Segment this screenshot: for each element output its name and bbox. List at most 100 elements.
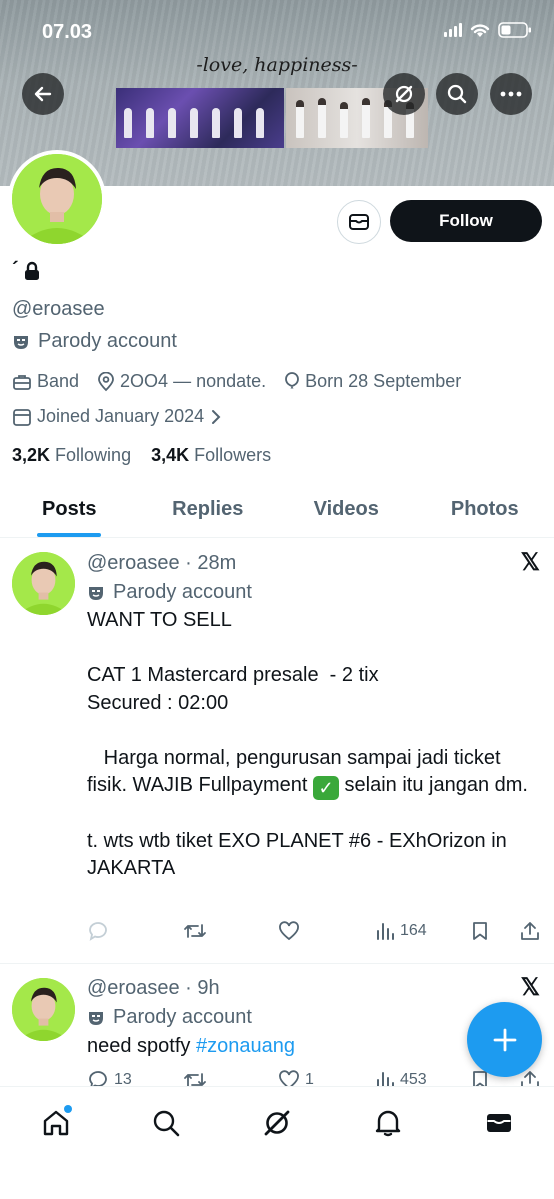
views-count: 164 (400, 922, 427, 939)
bell-icon (375, 1110, 401, 1137)
post-parody-label: Parody account (113, 1006, 252, 1028)
following-link[interactable]: 3,2K Following (12, 445, 131, 466)
nav-messages[interactable] (481, 1105, 517, 1141)
profile-handle: @eroasee (12, 298, 105, 320)
post-actions: 13 1 453 (87, 1070, 542, 1086)
repost-icon (184, 924, 206, 938)
like-button[interactable]: 1 (278, 1070, 314, 1086)
post-actions: 164 (87, 921, 542, 945)
category-item: Band (12, 371, 79, 392)
profile-name: ´ (12, 259, 19, 281)
post-text-line: WANT TO SELL (87, 609, 232, 631)
profile-tabs: Posts Replies Videos Photos (0, 482, 554, 538)
tab-photos[interactable]: Photos (416, 482, 554, 537)
tab-replies[interactable]: Replies (139, 482, 278, 537)
post-header: @eroasee · 9h (87, 977, 220, 999)
balloon-icon (285, 371, 300, 388)
briefcase-icon (13, 374, 31, 390)
lock-icon (24, 261, 39, 280)
post-parody-row: Parody account (87, 1006, 252, 1029)
post-text-line: Secured : 02:00 (87, 691, 229, 714)
post-avatar[interactable] (12, 552, 75, 615)
like-count: 1 (305, 1071, 314, 1086)
reply-icon (89, 1071, 107, 1086)
tab-videos[interactable]: Videos (277, 482, 416, 537)
post-text-line: selain itu jangan dm. (338, 774, 528, 796)
search-icon (153, 1110, 180, 1137)
reply-icon (89, 922, 107, 941)
views-button[interactable]: 453 (375, 1070, 427, 1086)
nav-notifications[interactable] (370, 1105, 406, 1141)
post-parody-label: Parody account (113, 581, 252, 603)
tab-posts[interactable]: Posts (0, 482, 139, 537)
repost-icon (184, 1073, 206, 1086)
like-button[interactable] (278, 921, 300, 941)
reply-count: 13 (114, 1071, 132, 1086)
parody-mask-icon (89, 1011, 103, 1025)
location-text: 2OO4 — nondate. (120, 371, 267, 391)
notification-dot (64, 1105, 72, 1113)
bookmark-button[interactable] (471, 921, 489, 941)
banner-photo-stage (116, 88, 284, 148)
mail-icon (349, 214, 369, 230)
back-button[interactable] (22, 73, 64, 115)
heart-icon (279, 1070, 299, 1086)
post-time: 28m (197, 552, 237, 574)
nav-grok[interactable] (259, 1105, 295, 1141)
avatar-image (12, 154, 102, 244)
more-button[interactable] (490, 73, 532, 115)
search-button[interactable] (436, 73, 478, 115)
nav-search[interactable] (148, 1105, 184, 1141)
category-text: Band (37, 371, 80, 391)
follow-button[interactable]: Follow (390, 200, 542, 242)
share-button[interactable] (520, 1070, 540, 1086)
birthday-text: Born 28 September (305, 371, 462, 391)
parody-mask-icon (14, 335, 28, 349)
compose-button[interactable] (467, 1002, 542, 1077)
views-bar-icon (377, 923, 394, 940)
avatar-image (12, 978, 75, 1041)
plus-icon (493, 1028, 516, 1051)
post-text-content: need spotfy (87, 1035, 196, 1057)
grok-icon (264, 1110, 290, 1136)
followers-link[interactable]: 3,4K Followers (151, 445, 271, 466)
share-icon (521, 1071, 539, 1086)
back-arrow-icon (34, 86, 52, 102)
post-item[interactable]: @eroasee · 28m 𝕏 Parody account WANT TO … (0, 538, 554, 963)
profile-name-row: ´ (12, 259, 41, 282)
share-button[interactable] (520, 921, 540, 941)
bookmark-icon (473, 922, 487, 940)
repost-button[interactable] (183, 921, 207, 941)
grok-button[interactable] (383, 73, 425, 115)
calendar-icon (13, 408, 31, 426)
x-logo-icon: 𝕏 (520, 549, 540, 576)
post-text-line: CAT 1 Mastercard presale - 2 tix (87, 664, 379, 686)
bottom-navigation (0, 1086, 554, 1199)
following-label: Following (55, 445, 132, 465)
repost-button[interactable] (183, 1070, 207, 1086)
chevron-right-icon (212, 409, 221, 424)
search-icon (447, 84, 467, 104)
hashtag-link[interactable]: #zonauang (196, 1035, 295, 1057)
nav-home[interactable] (38, 1105, 74, 1141)
post-header: @eroasee · 28m (87, 552, 237, 574)
reply-button[interactable]: 13 (87, 1070, 132, 1086)
profile-avatar[interactable] (8, 150, 106, 248)
status-time: 07.03 (42, 21, 93, 43)
post-avatar[interactable] (12, 978, 75, 1041)
battery-icon (498, 22, 531, 38)
views-bar-icon (377, 1072, 394, 1086)
views-button[interactable]: 164 (375, 921, 427, 941)
reply-button[interactable] (87, 921, 109, 941)
message-button[interactable] (337, 200, 381, 244)
following-count: 3,2K (12, 445, 51, 465)
check-mark-emoji: ✓ (312, 776, 339, 800)
profile-meta-row: Band 2OO4 — nondate. Born 28 September (12, 371, 479, 392)
followers-count: 3,4K (151, 445, 190, 465)
post-handle[interactable]: @eroasee (87, 977, 180, 999)
x-logo-icon: 𝕏 (520, 974, 540, 1001)
status-icons (444, 22, 532, 38)
wifi-icon (470, 23, 490, 37)
joined-row[interactable]: Joined January 2024 (12, 406, 223, 427)
post-handle[interactable]: @eroasee (87, 552, 180, 574)
